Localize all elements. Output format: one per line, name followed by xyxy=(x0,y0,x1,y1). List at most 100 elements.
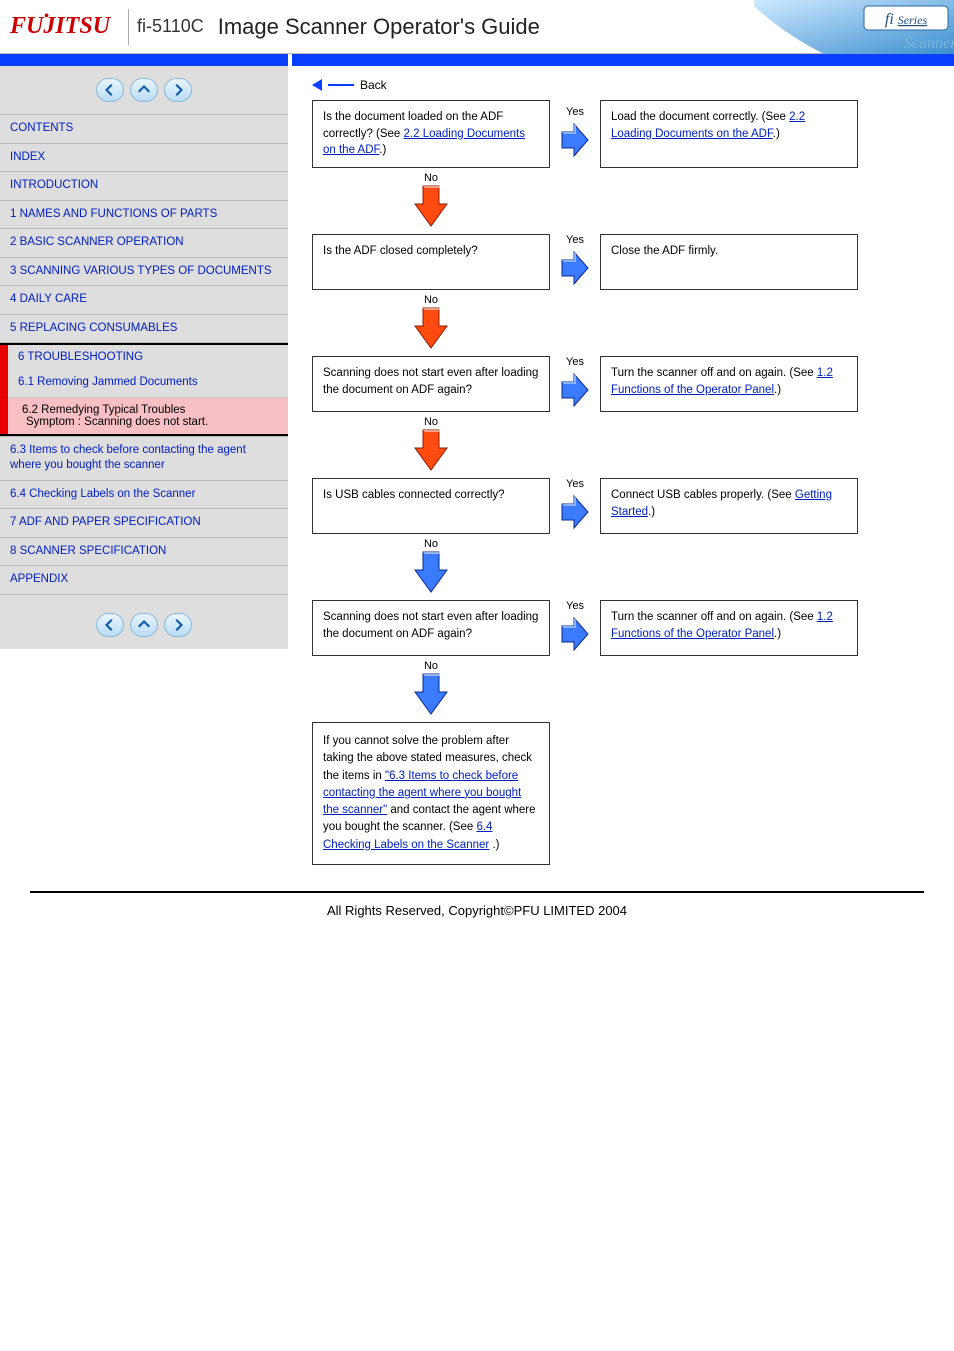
flow-answer-box: Turn the scanner off and on again. (See … xyxy=(600,600,858,656)
brand-accent-dot: • xyxy=(44,9,49,25)
flow-yes-label: Yes xyxy=(560,106,590,118)
flow-a-text: .) xyxy=(774,384,781,396)
arrow-down-3d-icon xyxy=(411,428,451,474)
page-title: Image Scanner Operator's Guide xyxy=(218,14,540,40)
flow-step-row: Scanning does not start even after loadi… xyxy=(312,600,954,656)
arrow-right-3d-icon xyxy=(560,246,590,290)
sidebar-link-6-3[interactable]: 6.3 Items to check before contacting the… xyxy=(0,437,288,481)
flow-yes-label: Yes xyxy=(560,600,590,612)
back-label: Back xyxy=(360,78,387,92)
chapter-red-tab xyxy=(0,345,8,434)
svg-text:Scanner: Scanner xyxy=(904,35,954,52)
arrow-up-icon xyxy=(137,618,151,632)
flow-no-label: No xyxy=(411,538,451,550)
brand-text: FUJITSU xyxy=(10,13,110,39)
sidebar-top-accent xyxy=(0,54,288,66)
flow-no-label: No xyxy=(411,172,451,184)
sidebar-current-section: 6.2 Remedying Typical Troubles Symptom :… xyxy=(8,397,288,434)
flow-a-text: Turn the scanner off and on again. (See xyxy=(611,611,817,623)
sidebar-link-introduction[interactable]: INTRODUCTION xyxy=(0,172,288,201)
nav-next-button[interactable] xyxy=(164,78,192,102)
arrow-down-3d-icon xyxy=(411,184,451,230)
sidebar-link-contents[interactable]: CONTENTS xyxy=(0,115,288,144)
flow-q-text: .) xyxy=(379,144,386,156)
nav-prev-button-bottom[interactable] xyxy=(96,613,124,637)
sidebar-link-ch2[interactable]: 2 BASIC SCANNER OPERATION xyxy=(0,229,288,258)
series-badge: fi Series Scanner xyxy=(754,0,954,54)
arrow-down-3d-icon xyxy=(411,672,451,718)
sidebar-link-ch5[interactable]: 5 REPLACING CONSUMABLES xyxy=(0,315,288,344)
flow-no-label: No xyxy=(411,660,451,672)
flow-step-row: Is USB cables connected correctly? Yes C… xyxy=(312,478,954,534)
sidebar: CONTENTS INDEX INTRODUCTION 1 NAMES AND … xyxy=(0,54,288,649)
arrow-down-3d-icon xyxy=(411,306,451,352)
flow-step-row: Is the ADF closed completely? Yes Close … xyxy=(312,234,954,290)
sidebar-link-ch4[interactable]: 4 DAILY CARE xyxy=(0,286,288,315)
flow-yes-arrow: Yes xyxy=(560,100,590,168)
flow-yes-label: Yes xyxy=(560,356,590,368)
sidebar-link-ch7[interactable]: 7 ADF AND PAPER SPECIFICATION xyxy=(0,509,288,538)
sidebar-link-6-1[interactable]: 6.1 Removing Jammed Documents xyxy=(8,369,288,397)
flow-no-arrow: No xyxy=(312,538,550,596)
flow-answer-box: Close the ADF firmly. xyxy=(600,234,858,290)
nav-bottom xyxy=(0,601,288,649)
sidebar-link-appendix[interactable]: APPENDIX xyxy=(0,566,288,595)
flowchart: Back Is the document loaded on the ADF c… xyxy=(288,66,954,865)
brand-logo: FUJITSU • xyxy=(0,13,120,40)
flow-yes-label: Yes xyxy=(560,478,590,490)
arrow-right-3d-icon xyxy=(560,612,590,656)
flow-rows-container: Is the document loaded on the ADF correc… xyxy=(312,100,954,718)
flow-no-label: No xyxy=(411,294,451,306)
flow-question-box: Is the ADF closed completely? xyxy=(312,234,550,290)
flow-answer-box: Load the document correctly. (See 2.2 Lo… xyxy=(600,100,858,168)
flow-step-row: Is the document loaded on the ADF correc… xyxy=(312,100,954,168)
content-area: Back Is the document loaded on the ADF c… xyxy=(288,54,954,875)
arrow-up-icon xyxy=(137,83,151,97)
flow-a-text: .) xyxy=(648,506,655,518)
flow-a-text: Load the document correctly. (See xyxy=(611,111,789,123)
nav-up-button-bottom[interactable] xyxy=(130,613,158,637)
sidebar-link-ch3[interactable]: 3 SCANNING VARIOUS TYPES OF DOCUMENTS xyxy=(0,258,288,287)
flow-q-text: Is the ADF closed completely? xyxy=(323,245,478,257)
sidebar-link-6-4[interactable]: 6.4 Checking Labels on the Scanner xyxy=(0,481,288,510)
flow-q-text: Scanning does not start even after loadi… xyxy=(323,611,538,640)
arrow-right-icon xyxy=(171,618,185,632)
nav-prev-button[interactable] xyxy=(96,78,124,102)
sidebar-link-index[interactable]: INDEX xyxy=(0,144,288,173)
arrow-right-3d-icon xyxy=(560,118,590,162)
flow-a-text: .) xyxy=(774,628,781,640)
flow-answer-box: Turn the scanner off and on again. (See … xyxy=(600,356,858,412)
flow-q-text: Is USB cables connected correctly? xyxy=(323,489,505,501)
model-label: fi-5110C xyxy=(137,16,204,37)
header: FUJITSU • fi-5110C Image Scanner Operato… xyxy=(0,0,954,54)
header-divider xyxy=(128,9,129,45)
series-banner-icon: fi Series Scanner xyxy=(754,0,954,54)
sidebar-link-ch6[interactable]: 6 TROUBLESHOOTING xyxy=(8,345,288,369)
flow-a-text: Connect USB cables properly. (See xyxy=(611,489,795,501)
flow-final-box: If you cannot solve the problem after ta… xyxy=(312,722,550,865)
sidebar-link-ch8[interactable]: 8 SCANNER SPECIFICATION xyxy=(0,538,288,567)
copyright: All Rights Reserved, Copyright©PFU LIMIT… xyxy=(0,893,954,948)
current-section-sub: Symptom : Scanning does not start. xyxy=(22,416,278,428)
chapter-body: 6 TROUBLESHOOTING 6.1 Removing Jammed Do… xyxy=(8,345,288,434)
flow-question-box: Scanning does not start even after loadi… xyxy=(312,356,550,412)
nav-next-button-bottom[interactable] xyxy=(164,613,192,637)
arrow-right-3d-icon xyxy=(560,368,590,412)
sidebar-bottom-list: 6.3 Items to check before contacting the… xyxy=(0,436,288,601)
sidebar-current-chapter: 6 TROUBLESHOOTING 6.1 Removing Jammed Do… xyxy=(0,343,288,436)
flow-yes-label: Yes xyxy=(560,234,590,246)
flow-no-arrow: No xyxy=(312,294,550,352)
flow-no-arrow: No xyxy=(312,660,550,718)
back-link[interactable]: Back xyxy=(312,78,954,92)
flow-yes-arrow: Yes xyxy=(560,234,590,290)
flow-step-row: Scanning does not start even after loadi… xyxy=(312,356,954,412)
flow-a-text: .) xyxy=(773,128,780,140)
flow-yes-arrow: Yes xyxy=(560,478,590,534)
final-tail: .) xyxy=(492,839,499,851)
nav-up-button[interactable] xyxy=(130,78,158,102)
flow-a-text: Turn the scanner off and on again. (See xyxy=(611,367,817,379)
content-top-accent xyxy=(292,54,954,66)
sidebar-link-ch1[interactable]: 1 NAMES AND FUNCTIONS OF PARTS xyxy=(0,201,288,230)
main-layout: CONTENTS INDEX INTRODUCTION 1 NAMES AND … xyxy=(0,54,954,875)
arrow-left-icon xyxy=(103,618,117,632)
